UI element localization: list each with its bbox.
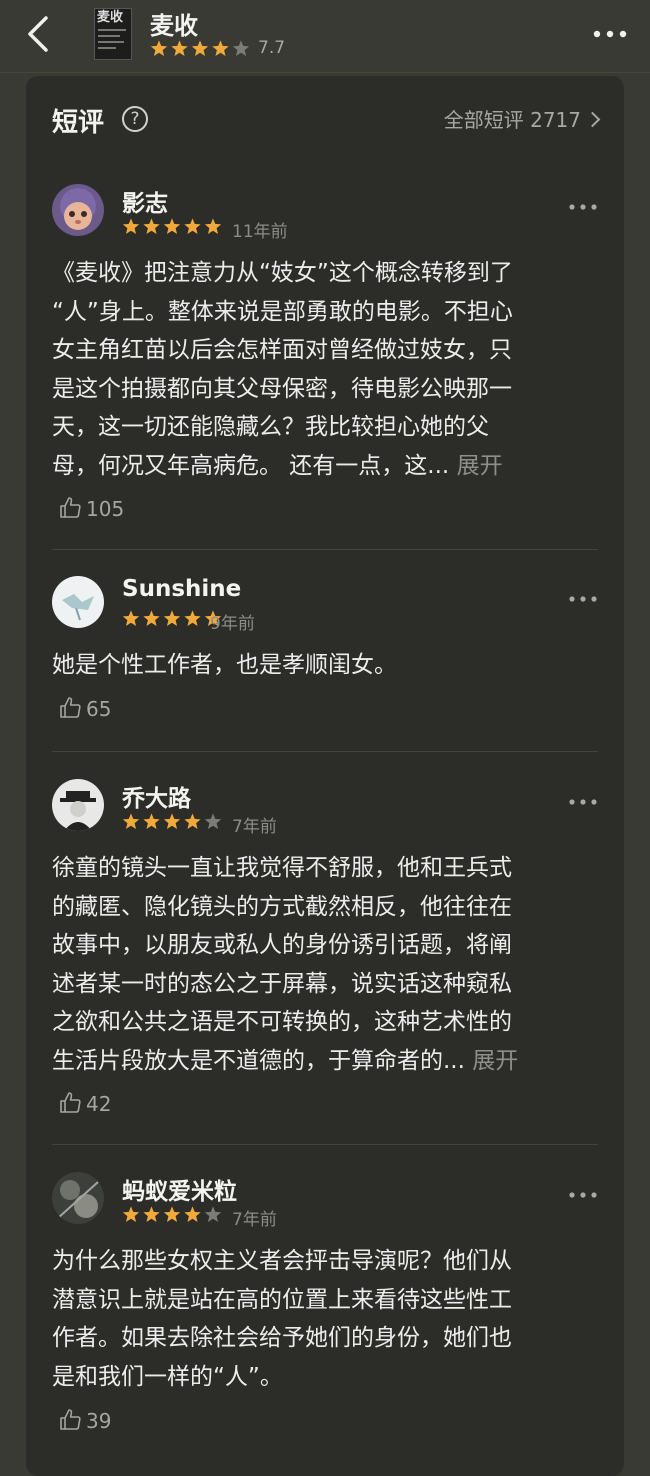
review-item: 影志 11年前 《麦收》把注意力从“妓女”这个概念转移到了 “人”身上。整体来说… bbox=[52, 184, 598, 524]
all-reviews-link[interactable]: 全部短评 2717 bbox=[443, 104, 601, 133]
divider bbox=[52, 751, 598, 752]
review-item: 乔大路 7年前 徐童的镜头一直让我觉得不舒服，他和王兵式 的藏匿、隐化镜头的方式… bbox=[52, 779, 598, 1119]
more-dots-icon[interactable] bbox=[568, 1190, 598, 1200]
back-arrow-icon[interactable] bbox=[20, 14, 60, 54]
expand-link[interactable]: 展开 bbox=[472, 1048, 518, 1074]
star-icon bbox=[204, 218, 222, 234]
section-title: 短评 bbox=[52, 108, 105, 138]
star-icon bbox=[163, 1206, 181, 1222]
review-time: 7年前 bbox=[232, 817, 277, 837]
more-dots-icon[interactable] bbox=[568, 594, 598, 604]
review-text-body: 《麦收》把注意力从“妓女”这个概念转移到了 “人”身上。整体来说是部勇敢的电影。… bbox=[52, 260, 513, 479]
like-button[interactable]: 39 bbox=[58, 1408, 111, 1433]
avatar[interactable] bbox=[52, 184, 104, 236]
top-bar: 麦收 麦收 7.7 bbox=[0, 0, 650, 73]
like-button[interactable]: 42 bbox=[58, 1091, 111, 1116]
avatar[interactable] bbox=[52, 1172, 104, 1224]
like-count: 39 bbox=[86, 1409, 112, 1433]
like-button[interactable]: 65 bbox=[58, 696, 111, 721]
star-icon bbox=[143, 813, 160, 829]
poster-title: 麦收 bbox=[97, 10, 124, 25]
help-icon[interactable]: ? bbox=[122, 106, 148, 132]
review-username[interactable]: 乔大路 bbox=[122, 779, 191, 813]
star-icon bbox=[163, 610, 181, 626]
star-icon bbox=[232, 40, 250, 56]
star-icon bbox=[184, 610, 201, 626]
divider bbox=[52, 549, 598, 550]
star-icon bbox=[122, 1206, 140, 1222]
review-item: Sunshine 9年前 她是个性工作者，也是孝顺闺女。 65 bbox=[52, 576, 598, 726]
movie-title: 麦收 bbox=[150, 12, 198, 40]
avatar[interactable] bbox=[52, 779, 104, 831]
star-icon bbox=[204, 1206, 222, 1222]
star-icon bbox=[122, 813, 140, 829]
chevron-right-icon bbox=[584, 111, 601, 128]
star-icon bbox=[122, 610, 140, 626]
review-text: 为什么那些女权主义者会抨击导演呢？他们从 潜意识上就是站在高的位置上来看待这些性… bbox=[52, 1242, 598, 1396]
thumbs-up-icon bbox=[60, 1409, 81, 1430]
star-icon bbox=[143, 610, 160, 626]
review-stars bbox=[122, 610, 222, 626]
review-text: 徐童的镜头一直让我觉得不舒服，他和王兵式 的藏匿、隐化镜头的方式截然相反，他往往… bbox=[52, 849, 598, 1080]
review-text: 《麦收》把注意力从“妓女”这个概念转移到了 “人”身上。整体来说是部勇敢的电影。… bbox=[52, 254, 598, 485]
all-reviews-label: 全部短评 2717 bbox=[443, 108, 581, 132]
star-icon bbox=[184, 218, 201, 234]
more-dots-icon[interactable] bbox=[568, 797, 598, 807]
review-username[interactable]: 蚂蚁爱米粒 bbox=[122, 1172, 237, 1206]
review-text-body: 徐童的镜头一直让我觉得不舒服，他和王兵式 的藏匿、隐化镜头的方式截然相反，他往往… bbox=[52, 855, 512, 1074]
star-icon bbox=[184, 813, 201, 829]
movie-score: 7.7 bbox=[258, 38, 286, 58]
review-item: 蚂蚁爱米粒 7年前 为什么那些女权主义者会抨击导演呢？他们从 潜意识上就是站在高… bbox=[52, 1172, 598, 1452]
review-time: 9年前 bbox=[210, 614, 255, 634]
review-stars bbox=[122, 1206, 222, 1222]
thumbs-up-icon bbox=[60, 1092, 81, 1113]
star-icon bbox=[212, 40, 229, 56]
short-reviews-card: 短评 ? 全部短评 2717 影志 11年前 《麦收》把注意力从“妓女”这个概念… bbox=[26, 76, 624, 1476]
more-dots-icon[interactable] bbox=[568, 202, 598, 212]
expand-link[interactable]: 展开 bbox=[457, 453, 503, 479]
more-dots-icon[interactable] bbox=[592, 22, 628, 46]
star-icon bbox=[150, 40, 168, 56]
movie-rating-stars bbox=[150, 40, 250, 56]
star-icon bbox=[184, 1206, 201, 1222]
review-time: 11年前 bbox=[232, 222, 288, 242]
star-icon bbox=[143, 1206, 160, 1222]
like-count: 105 bbox=[86, 497, 125, 521]
review-stars bbox=[122, 813, 222, 829]
star-icon bbox=[191, 40, 209, 56]
star-icon bbox=[204, 813, 222, 829]
thumbs-up-icon bbox=[60, 497, 81, 518]
review-time: 7年前 bbox=[232, 1210, 277, 1230]
avatar[interactable] bbox=[52, 576, 104, 628]
review-text: 她是个性工作者，也是孝顺闺女。 bbox=[52, 646, 598, 685]
movie-poster[interactable]: 麦收 bbox=[94, 8, 132, 60]
divider bbox=[52, 1144, 598, 1145]
star-icon bbox=[143, 218, 160, 234]
star-icon bbox=[122, 218, 140, 234]
star-icon bbox=[171, 40, 188, 56]
review-stars bbox=[122, 218, 222, 234]
review-username[interactable]: 影志 bbox=[122, 184, 168, 218]
star-icon bbox=[163, 218, 181, 234]
like-count: 42 bbox=[86, 1092, 112, 1116]
like-count: 65 bbox=[86, 697, 112, 721]
thumbs-up-icon bbox=[60, 697, 81, 718]
like-button[interactable]: 105 bbox=[58, 496, 124, 521]
review-text-body: 她是个性工作者，也是孝顺闺女。 bbox=[52, 652, 397, 678]
review-text-body: 为什么那些女权主义者会抨击导演呢？他们从 潜意识上就是站在高的位置上来看待这些性… bbox=[52, 1248, 512, 1390]
review-username[interactable]: Sunshine bbox=[122, 576, 241, 602]
star-icon bbox=[163, 813, 181, 829]
